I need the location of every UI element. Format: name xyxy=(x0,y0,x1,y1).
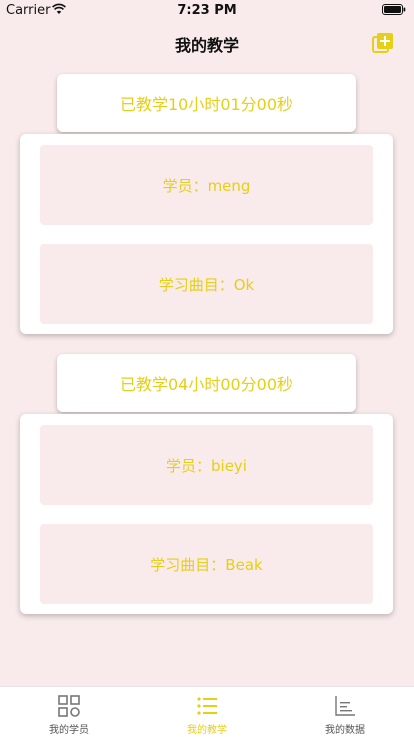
session-detail-card[interactable]: 学员：meng 学习曲目：Ok xyxy=(20,134,393,334)
grid-icon xyxy=(58,695,80,717)
tab-label: 我的教学 xyxy=(187,725,227,736)
piece-row: 学习曲目：Ok xyxy=(40,244,373,324)
piece-row: 学习曲目：Beak xyxy=(40,524,373,604)
status-bar: Carrier 7:23 PM xyxy=(0,0,414,20)
battery-icon xyxy=(382,4,406,15)
session-duration-card: 已教学10小时01分00秒 xyxy=(57,74,356,132)
page-title: 我的教学 xyxy=(174,36,239,55)
list-icon xyxy=(197,697,217,715)
clock: 7:23 PM xyxy=(177,3,237,18)
tab-label: 我的数据 xyxy=(325,725,365,736)
tab-my-teaching[interactable]: 我的教学 xyxy=(138,687,276,737)
session-detail-card[interactable]: 学员：bieyi 学习曲目：Beak xyxy=(20,414,393,614)
tab-my-data[interactable]: 我的数据 xyxy=(276,687,414,737)
tab-label: 我的学员 xyxy=(49,725,89,736)
add-icon[interactable] xyxy=(372,32,394,54)
student-row: 学员：meng xyxy=(40,145,373,225)
tab-bar: 我的学员 我的教学 我的数据 xyxy=(0,686,414,737)
chart-icon xyxy=(335,696,355,716)
tab-my-students[interactable]: 我的学员 xyxy=(0,687,138,737)
session-duration-card: 已教学04小时00分00秒 xyxy=(57,354,356,412)
student-row: 学员：bieyi xyxy=(40,425,373,505)
